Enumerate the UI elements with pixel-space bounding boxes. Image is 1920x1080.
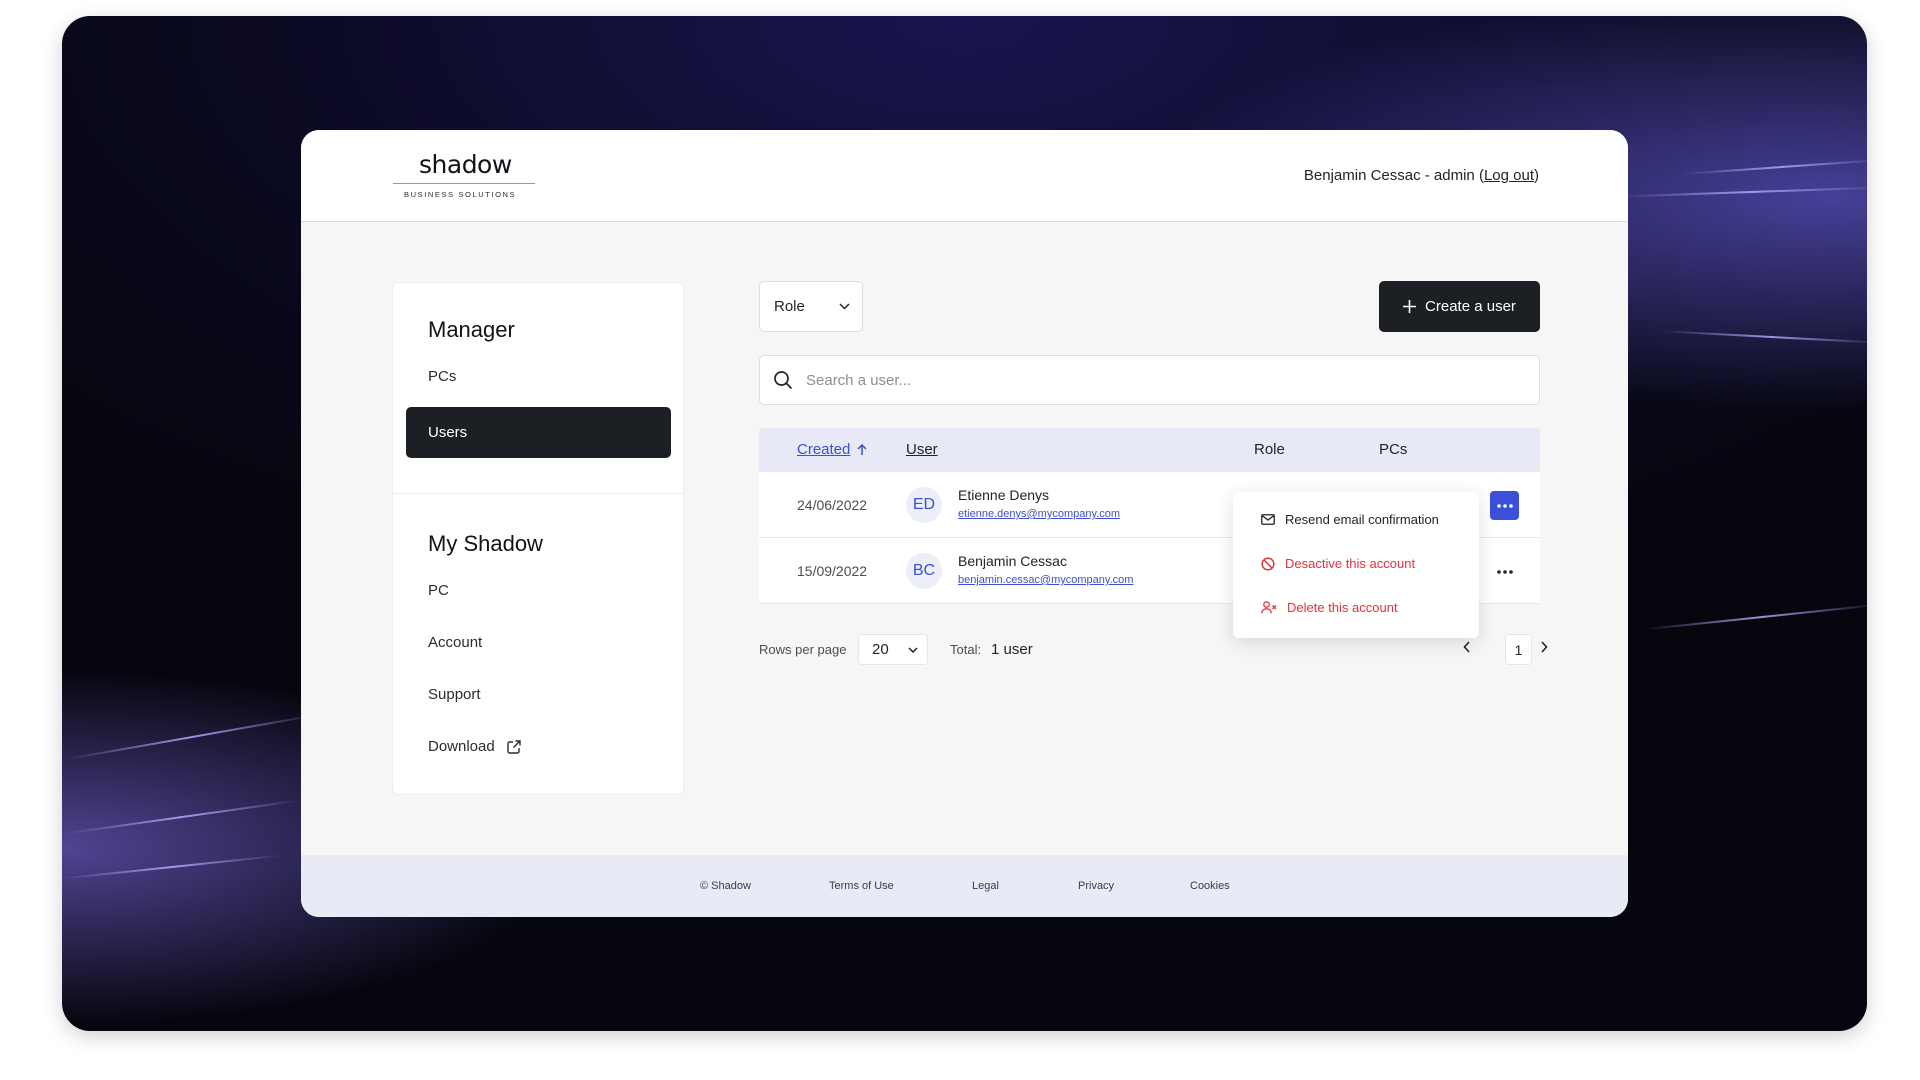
menu-item-label: Delete this account [1287, 600, 1398, 615]
user-name: Benjamin Cessac [958, 553, 1067, 569]
footer: © Shadow Terms of Use Legal Privacy Cook… [301, 855, 1628, 917]
light-streak [1622, 186, 1867, 198]
row-actions-button[interactable] [1490, 557, 1519, 586]
table-header: Created User Role PCs [759, 428, 1540, 472]
create-user-button[interactable]: Create a user [1379, 281, 1540, 332]
sidebar-item-label: PCs [428, 368, 457, 385]
plus-icon [1403, 300, 1417, 313]
shadow-logo[interactable]: shadow BUSINESS SOLUTIONS [393, 150, 535, 202]
avatar: ED [906, 487, 942, 523]
ban-icon [1261, 556, 1275, 571]
user-identity-end: ) [1534, 167, 1539, 184]
user-email-link[interactable]: etienne.denys@mycompany.com [958, 508, 1120, 520]
user-email-link[interactable]: benjamin.cessac@mycompany.com [958, 574, 1133, 586]
manager-section-title: Manager [428, 317, 515, 342]
sidebar-item-users[interactable]: Users [406, 407, 671, 458]
user-info: Benjamin Cessac - admin (Log out) [1304, 167, 1539, 184]
column-role: Role [1254, 441, 1285, 458]
role-filter-select[interactable]: Role [759, 281, 863, 332]
light-streak [63, 799, 301, 835]
more-horizontal-icon [1496, 503, 1513, 508]
user-remove-icon [1261, 601, 1277, 614]
external-link-icon [507, 739, 521, 754]
footer-link-terms[interactable]: Terms of Use [829, 880, 894, 892]
light-streak [63, 713, 321, 761]
my-shadow-section-title: My Shadow [428, 531, 543, 556]
sidebar-item-pcs[interactable]: PCs [428, 368, 456, 385]
sort-ascending-icon [857, 443, 867, 455]
menu-item-delete[interactable]: Delete this account [1261, 600, 1398, 615]
total-value: 1 user [991, 641, 1033, 658]
column-created[interactable]: Created [797, 441, 867, 458]
sidebar-item-label: Account [428, 634, 483, 651]
mail-icon [1261, 514, 1275, 525]
total-label: Total: [950, 642, 982, 657]
logo-divider [393, 183, 535, 184]
logo-subtitle: BUSINESS SOLUTIONS [404, 190, 517, 199]
sidebar-item-label: Support [428, 686, 481, 703]
row-actions-menu: Resend email confirmation Desactive this… [1233, 492, 1479, 638]
menu-item-label: Desactive this account [1285, 556, 1416, 571]
light-streak [1642, 603, 1867, 631]
search-box [759, 355, 1540, 405]
chevron-right-icon[interactable] [1540, 641, 1548, 653]
more-horizontal-icon [1496, 569, 1513, 574]
app-window: shadow BUSINESS SOLUTIONS Benjamin Cessa… [301, 130, 1628, 917]
rows-per-page-select[interactable]: 20 [858, 634, 928, 665]
page-number-button[interactable]: 1 [1505, 634, 1532, 665]
column-label: Created [797, 441, 851, 458]
sidebar-item-label: PC [428, 582, 449, 599]
chevron-left-icon[interactable] [1463, 641, 1471, 653]
sidebar-item-account[interactable]: Account [428, 634, 482, 651]
light-streak [1662, 330, 1867, 344]
role-filter-value: Role [774, 298, 805, 315]
sidebar-item-pc[interactable]: PC [428, 582, 449, 599]
column-user[interactable]: User [906, 441, 938, 458]
app-header: shadow BUSINESS SOLUTIONS Benjamin Cessa… [301, 130, 1628, 222]
column-pcs: PCs [1379, 441, 1408, 458]
sidebar-item-label: Download [428, 738, 495, 755]
light-streak [1682, 159, 1867, 175]
create-user-label: Create a user [1425, 298, 1516, 315]
sidebar-item-label: Users [428, 424, 468, 441]
user-identity: Benjamin Cessac - admin ( [1303, 167, 1484, 184]
created-date: 24/06/2022 [797, 497, 868, 513]
sidebar-item-support[interactable]: Support [428, 686, 481, 703]
search-icon [774, 371, 793, 390]
search-input[interactable] [806, 371, 1486, 389]
row-actions-button[interactable] [1490, 491, 1519, 520]
menu-item-resend-email[interactable]: Resend email confirmation [1261, 512, 1439, 527]
chevron-down-icon [839, 303, 850, 310]
rows-per-page-label: Rows per page [759, 642, 847, 657]
rows-per-page-value: 20 [872, 641, 889, 658]
footer-copyright: © Shadow [700, 880, 751, 892]
chevron-down-icon [908, 646, 918, 653]
sidebar-divider [393, 493, 683, 494]
user-name: Etienne Denys [958, 487, 1050, 503]
sidebar: Manager PCs Users My Shadow PC Account S… [392, 282, 684, 795]
light-streak [62, 854, 282, 880]
footer-link-legal[interactable]: Legal [972, 880, 999, 892]
created-date: 15/09/2022 [797, 563, 868, 579]
footer-link-privacy[interactable]: Privacy [1078, 880, 1114, 892]
menu-item-label: Resend email confirmation [1285, 512, 1439, 527]
footer-link-cookies[interactable]: Cookies [1190, 880, 1230, 892]
sidebar-item-download[interactable]: Download [428, 738, 521, 755]
avatar: BC [906, 553, 942, 589]
logout-link[interactable]: Log out [1484, 167, 1534, 184]
menu-item-deactivate[interactable]: Desactive this account [1261, 556, 1415, 571]
logo-wordmark: shadow [419, 150, 512, 179]
